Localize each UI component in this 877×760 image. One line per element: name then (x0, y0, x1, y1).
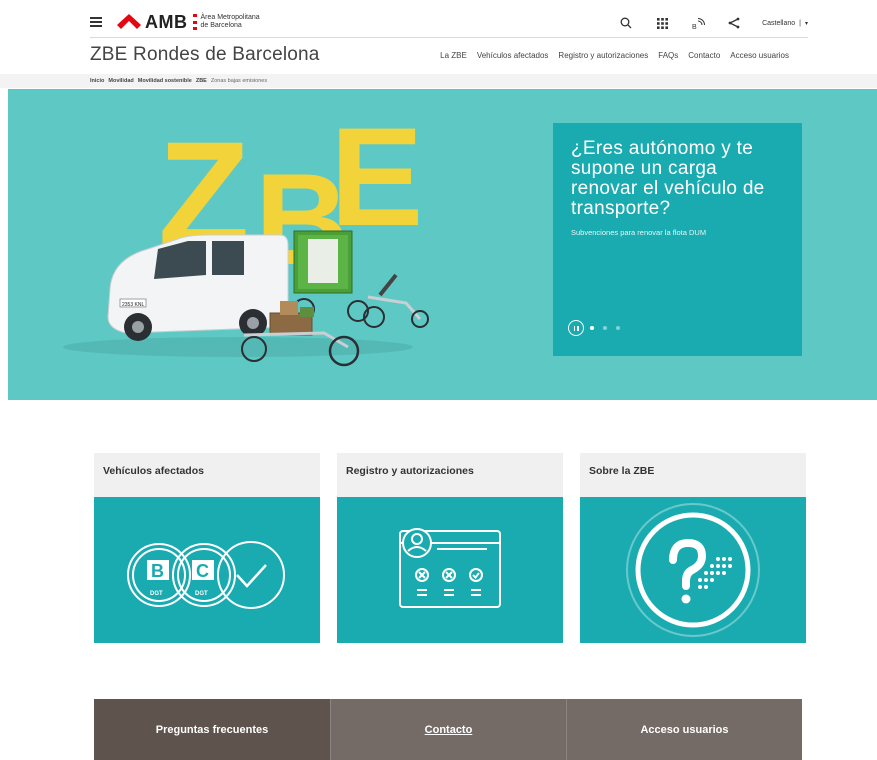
breadcrumb-movilidad[interactable]: Movilidad (108, 78, 133, 84)
label-c-text: C (196, 561, 209, 581)
header-tools: B Castellano | ▾ (618, 13, 808, 33)
logo-text: AMB (145, 11, 188, 32)
chevron-down-icon: ▾ (804, 20, 808, 27)
card-image: B C DGT DGT (94, 497, 320, 643)
carousel-dot-2[interactable] (603, 326, 607, 330)
carousel-dot-1[interactable] (590, 326, 594, 330)
amb-roof-icon (117, 14, 141, 29)
pause-icon[interactable] (568, 320, 584, 336)
nav-vehiculos-afectados[interactable]: Vehículos afectados (477, 51, 549, 60)
card-image (337, 497, 563, 643)
hero-banner: Z B E 2353 KNL ¿Eres autónomo y te supon… (8, 89, 877, 400)
amb-logo[interactable]: AMB Àrea Metropolitana de Barcelona (116, 11, 260, 33)
hero-subtitle: Subvenciones para renovar la flota DUM (571, 228, 707, 237)
nav-la-zbe[interactable]: La ZBE (440, 51, 467, 60)
nav-registro-autorizaciones[interactable]: Registro y autorizaciones (558, 51, 648, 60)
logo-sub-line1: Àrea Metropolitana (200, 14, 260, 21)
site-title[interactable]: ZBE Rondes de Barcelona (90, 44, 320, 66)
breadcrumb-current: Zonas bajas emisiones (210, 78, 268, 84)
link-contacto[interactable]: Contacto (330, 699, 566, 760)
card-image (580, 497, 806, 643)
top-header: AMB Àrea Metropolitana de Barcelona B Ca… (90, 8, 808, 38)
apps-grid-icon[interactable] (654, 15, 670, 31)
card-registro-autorizaciones[interactable]: Registro y autorizaciones (337, 453, 563, 643)
breadcrumb-zbe[interactable]: ZBE (196, 78, 207, 84)
card-title: Sobre la ZBE (580, 453, 806, 497)
breadcrumb-inicio[interactable]: Inicio (90, 78, 104, 84)
van-plate: 2353 KNL (122, 302, 144, 308)
share-icon[interactable] (726, 15, 742, 31)
link-label: Contacto (424, 723, 473, 736)
card-sobre-la-zbe[interactable]: Sobre la ZBE (580, 453, 806, 643)
card-title: Registro y autorizaciones (337, 453, 563, 497)
breadcrumb: Inicio Movilidad Movilidad sostenible ZB… (90, 78, 271, 84)
card-title: Vehículos afectados (94, 453, 320, 497)
link-label: Acceso usuarios (640, 723, 729, 736)
wifi-accessibility-icon[interactable]: B (690, 15, 706, 31)
search-icon[interactable] (618, 15, 634, 31)
nav-acceso-usuarios[interactable]: Acceso usuarios (730, 51, 789, 60)
carousel-dot-3[interactable] (616, 326, 620, 330)
hero-slide-card[interactable]: ¿Eres autónomo y te supone un carga reno… (553, 123, 802, 356)
main-nav: La ZBE Vehículos afectados Registro y au… (430, 51, 789, 60)
logo-sub-line2: de Barcelona (200, 22, 242, 29)
vehicle-labels-icon: B C DGT DGT (127, 541, 285, 609)
vehicles-illustration: 2353 KNL (63, 230, 429, 367)
language-label: Castellano (762, 19, 796, 27)
language-selector[interactable]: Castellano | ▾ (762, 20, 808, 27)
label-b-text: B (151, 561, 164, 581)
dgt-text-2: DGT (195, 591, 208, 597)
link-preguntas-frecuentes[interactable]: Preguntas frecuentes (94, 699, 330, 760)
language-separator: | (799, 19, 801, 27)
carousel-controls (568, 320, 629, 336)
svg-text:B: B (692, 24, 697, 30)
question-info-icon (626, 503, 760, 637)
dgt-text-1: DGT (150, 591, 163, 597)
hero-title: ¿Eres autónomo y te supone un carga reno… (571, 138, 765, 219)
nav-contacto[interactable]: Contacto (688, 51, 720, 60)
breadcrumb-movilidad-sostenible[interactable]: Movilidad sostenible (138, 78, 192, 84)
card-vehiculos-afectados[interactable]: Vehículos afectados B C DGT DGT (94, 453, 320, 643)
link-acceso-usuarios[interactable]: Acceso usuarios (566, 699, 802, 760)
link-label: Preguntas frecuentes (155, 723, 269, 736)
registration-form-icon (399, 528, 501, 608)
hamburger-menu-icon[interactable] (90, 17, 102, 27)
nav-faqs[interactable]: FAQs (658, 51, 678, 60)
logo-subtitle: Àrea Metropolitana de Barcelona (201, 14, 260, 30)
logo-bars (192, 14, 197, 30)
